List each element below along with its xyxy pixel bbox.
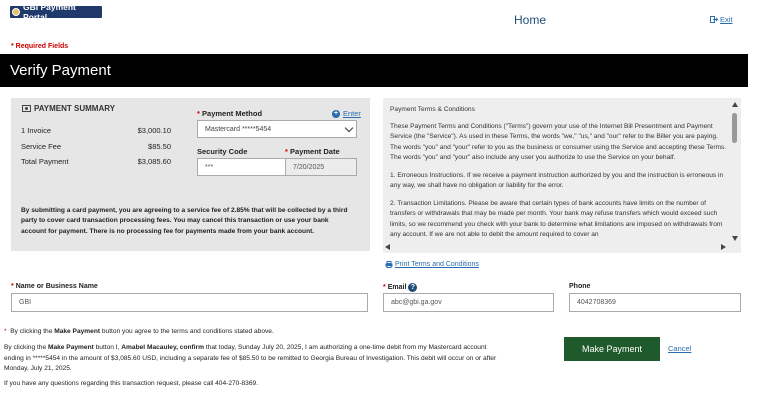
scroll-up-icon[interactable]	[732, 102, 738, 107]
invoice-label: 1 Invoice	[21, 126, 52, 135]
email-input[interactable]: abc@gbi.ga.gov	[383, 293, 554, 312]
app-logo: GBI Payment Portal	[10, 2, 102, 22]
make-payment-button[interactable]: Make Payment	[564, 337, 660, 361]
authorization-text: By clicking the Make Payment button I, A…	[4, 344, 497, 373]
exit-link[interactable]: Exit	[710, 15, 733, 24]
page-title: Verify Payment	[10, 62, 111, 79]
money-icon	[22, 105, 31, 112]
payment-summary-title: PAYMENT SUMMARY	[22, 104, 115, 113]
terms-title: Payment Terms & Conditions	[390, 106, 475, 113]
card-fee-disclaimer: By submitting a card payment, you are ag…	[21, 207, 348, 235]
scroll-left-icon[interactable]	[385, 244, 390, 250]
terms-scroll-area[interactable]: Payment Terms & Conditions These Payment…	[390, 105, 728, 242]
page-title-banner: Verify Payment	[0, 54, 748, 87]
enter-new-method-link[interactable]: + Enter	[332, 109, 361, 118]
service-fee-label: Service Fee	[21, 142, 62, 151]
plus-icon: +	[332, 109, 340, 118]
name-label: * Name or Business Name	[11, 283, 98, 290]
required-fields-note: * Required Fields	[11, 43, 69, 50]
terms-paragraph: 1. Erroneous Instructions. If we receive…	[390, 171, 724, 190]
name-input[interactable]: GBI	[11, 293, 368, 312]
scroll-right-icon[interactable]	[721, 244, 726, 250]
terms-paragraph: These Payment Terms and Conditions ("Ter…	[390, 122, 727, 162]
terms-vertical-scrollbar[interactable]	[730, 100, 740, 243]
payment-date-label: * Payment Date	[285, 147, 340, 156]
agreement-note: * By clicking the Make Payment button yo…	[4, 328, 274, 335]
phone-input[interactable]: 4042708369	[569, 293, 741, 312]
help-icon[interactable]: ?	[408, 283, 418, 292]
payment-method-select[interactable]: Mastercard *****5454	[197, 120, 357, 138]
scroll-thumb[interactable]	[732, 113, 737, 143]
phone-label: Phone	[569, 283, 591, 290]
home-link[interactable]: Home	[514, 13, 546, 27]
printer-icon	[385, 261, 393, 268]
exit-icon	[710, 16, 718, 23]
payment-method-label: * Payment Method	[197, 109, 263, 118]
terms-paragraph: 2. Transaction Limitations. Please be aw…	[390, 199, 723, 239]
scroll-down-icon[interactable]	[732, 236, 738, 241]
seal-icon	[12, 8, 20, 16]
terms-horizontal-scrollbar[interactable]	[383, 243, 730, 252]
security-code-input[interactable]: ***	[197, 158, 297, 176]
print-terms-link[interactable]: Print Terms and Conditions	[385, 261, 479, 268]
invoice-value: $3,000.10	[137, 126, 171, 135]
security-code-label: Security Code	[197, 147, 248, 156]
contact-note: If you have any questions regarding this…	[4, 380, 259, 387]
email-label: * Email ?	[383, 283, 418, 292]
payment-date-field: 7/20/2025	[285, 158, 357, 176]
cancel-link[interactable]: Cancel	[668, 344, 691, 353]
exit-label: Exit	[720, 15, 733, 24]
total-payment-value: $3,085.60	[137, 157, 171, 166]
logo-text: GBI Payment Portal	[22, 2, 76, 22]
total-payment-label: Total Payment	[21, 157, 69, 166]
chevron-down-icon	[344, 123, 354, 133]
service-fee-value: $85.50	[148, 142, 171, 151]
